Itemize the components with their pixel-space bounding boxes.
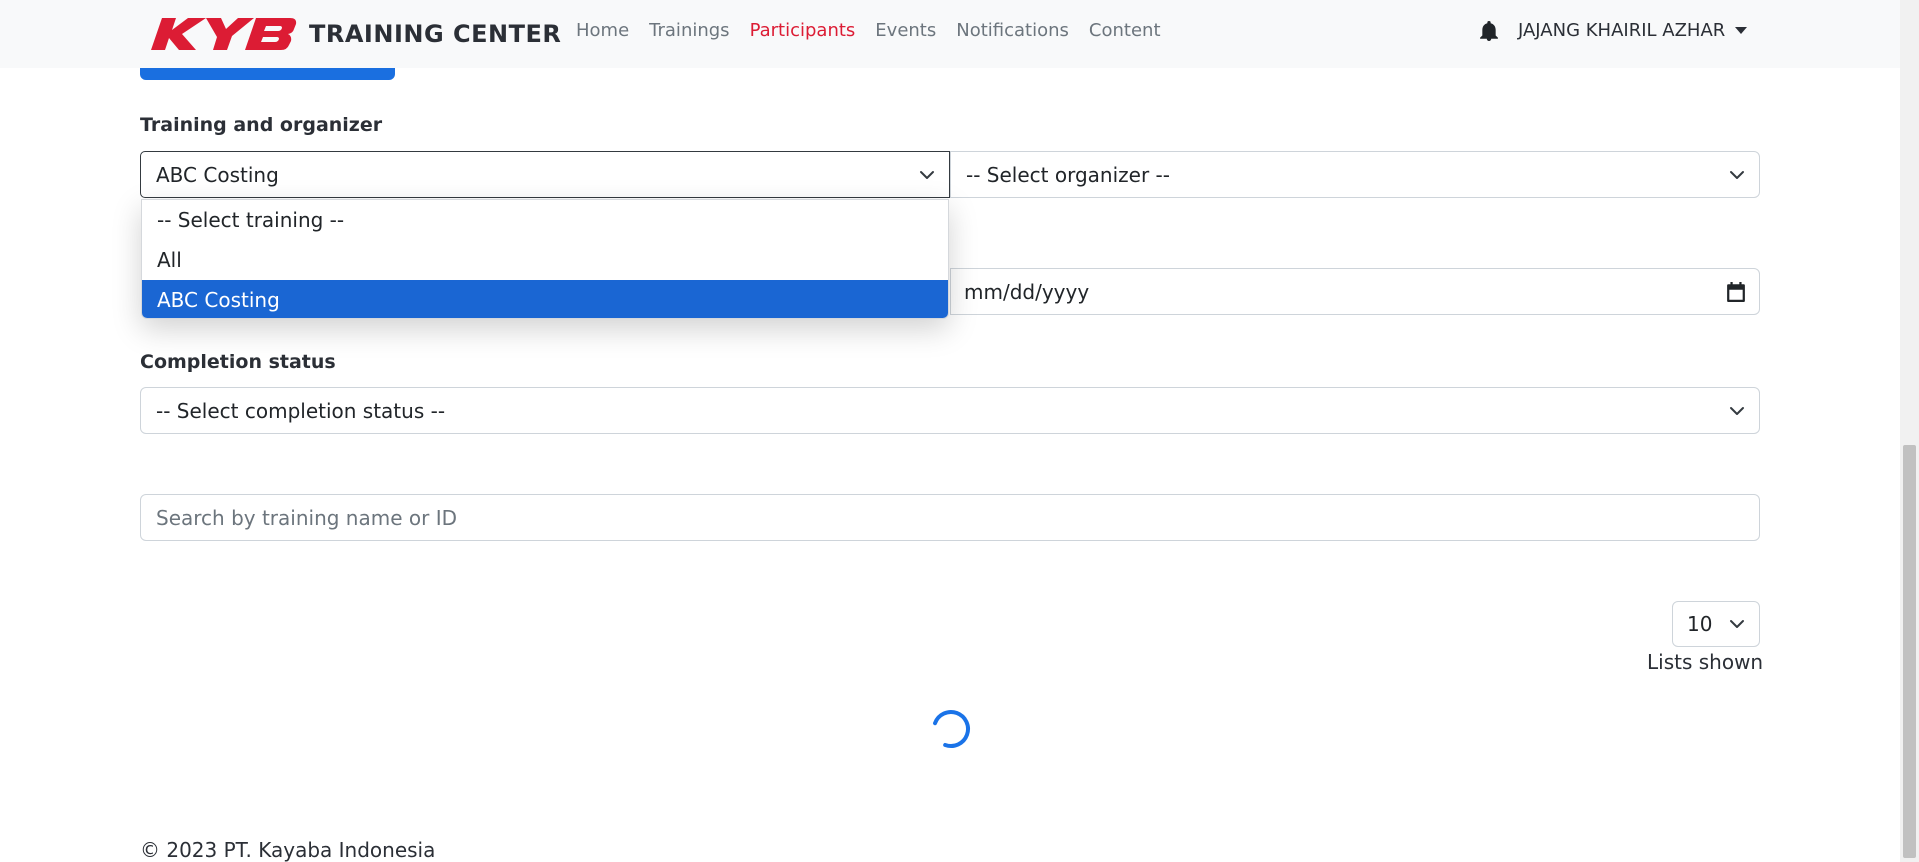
dropdown-option[interactable]: -- Select training -- [142, 200, 948, 240]
bell-icon[interactable] [1480, 20, 1498, 41]
search-input[interactable]: Search by training name or ID [140, 494, 1760, 541]
completion-status-label: Completion status [140, 351, 336, 373]
training-select-value: ABC Costing [156, 162, 279, 187]
per-page-value: 10 [1687, 612, 1713, 636]
training-organizer-label: Training and organizer [140, 114, 383, 136]
completion-status-value: -- Select completion status -- [156, 398, 446, 423]
organizer-select[interactable]: -- Select organizer -- [950, 151, 1760, 198]
nav-home[interactable]: Home [566, 20, 639, 41]
per-page-select[interactable]: 10 [1672, 601, 1760, 647]
date-placeholder: mm/dd/yyyy [964, 279, 1090, 304]
training-select[interactable]: ABC Costing [140, 151, 950, 198]
date-input[interactable]: mm/dd/yyyy [950, 268, 1760, 315]
nav-events[interactable]: Events [865, 20, 946, 41]
organizer-select-value: -- Select organizer -- [966, 162, 1170, 187]
dropdown-option[interactable]: All [142, 240, 948, 280]
dropdown-option-selected[interactable]: ABC Costing [142, 280, 948, 318]
footer-copyright: © 2023 PT. Kayaba Indonesia [140, 838, 436, 862]
nav-links: Home Trainings Participants Events Notif… [566, 20, 1171, 41]
page: TRAINING CENTER Home Trainings Participa… [0, 0, 1919, 862]
nav-trainings[interactable]: Trainings [639, 20, 739, 41]
brand-text: TRAINING CENTER [309, 20, 562, 48]
chevron-down-icon [920, 170, 934, 179]
training-dropdown-list: -- Select training -- All ABC Costing [141, 199, 949, 319]
chevron-down-icon [1730, 406, 1744, 415]
user-area: JAJANG KHAIRIL AZHAR [1480, 20, 1748, 41]
nav-participants[interactable]: Participants [740, 20, 866, 41]
top-navbar: TRAINING CENTER Home Trainings Participa… [0, 0, 1900, 68]
scrollbar[interactable] [1900, 0, 1919, 862]
user-menu-toggle[interactable]: JAJANG KHAIRIL AZHAR [1518, 20, 1725, 41]
chevron-down-icon [1730, 620, 1744, 628]
nav-content[interactable]: Content [1079, 20, 1171, 41]
brand[interactable]: TRAINING CENTER [150, 14, 561, 54]
nav-notifications[interactable]: Notifications [946, 20, 1079, 41]
chevron-down-icon[interactable] [1735, 27, 1748, 34]
calendar-icon[interactable] [1727, 282, 1745, 302]
completion-status-select[interactable]: -- Select completion status -- [140, 387, 1760, 434]
loading-spinner-icon [932, 710, 970, 748]
chevron-down-icon [1730, 170, 1744, 179]
lists-shown-label: Lists shown [1647, 650, 1764, 674]
kyb-logo [151, 18, 297, 50]
scrollbar-thumb[interactable] [1903, 445, 1916, 858]
search-placeholder: Search by training name or ID [156, 505, 457, 530]
